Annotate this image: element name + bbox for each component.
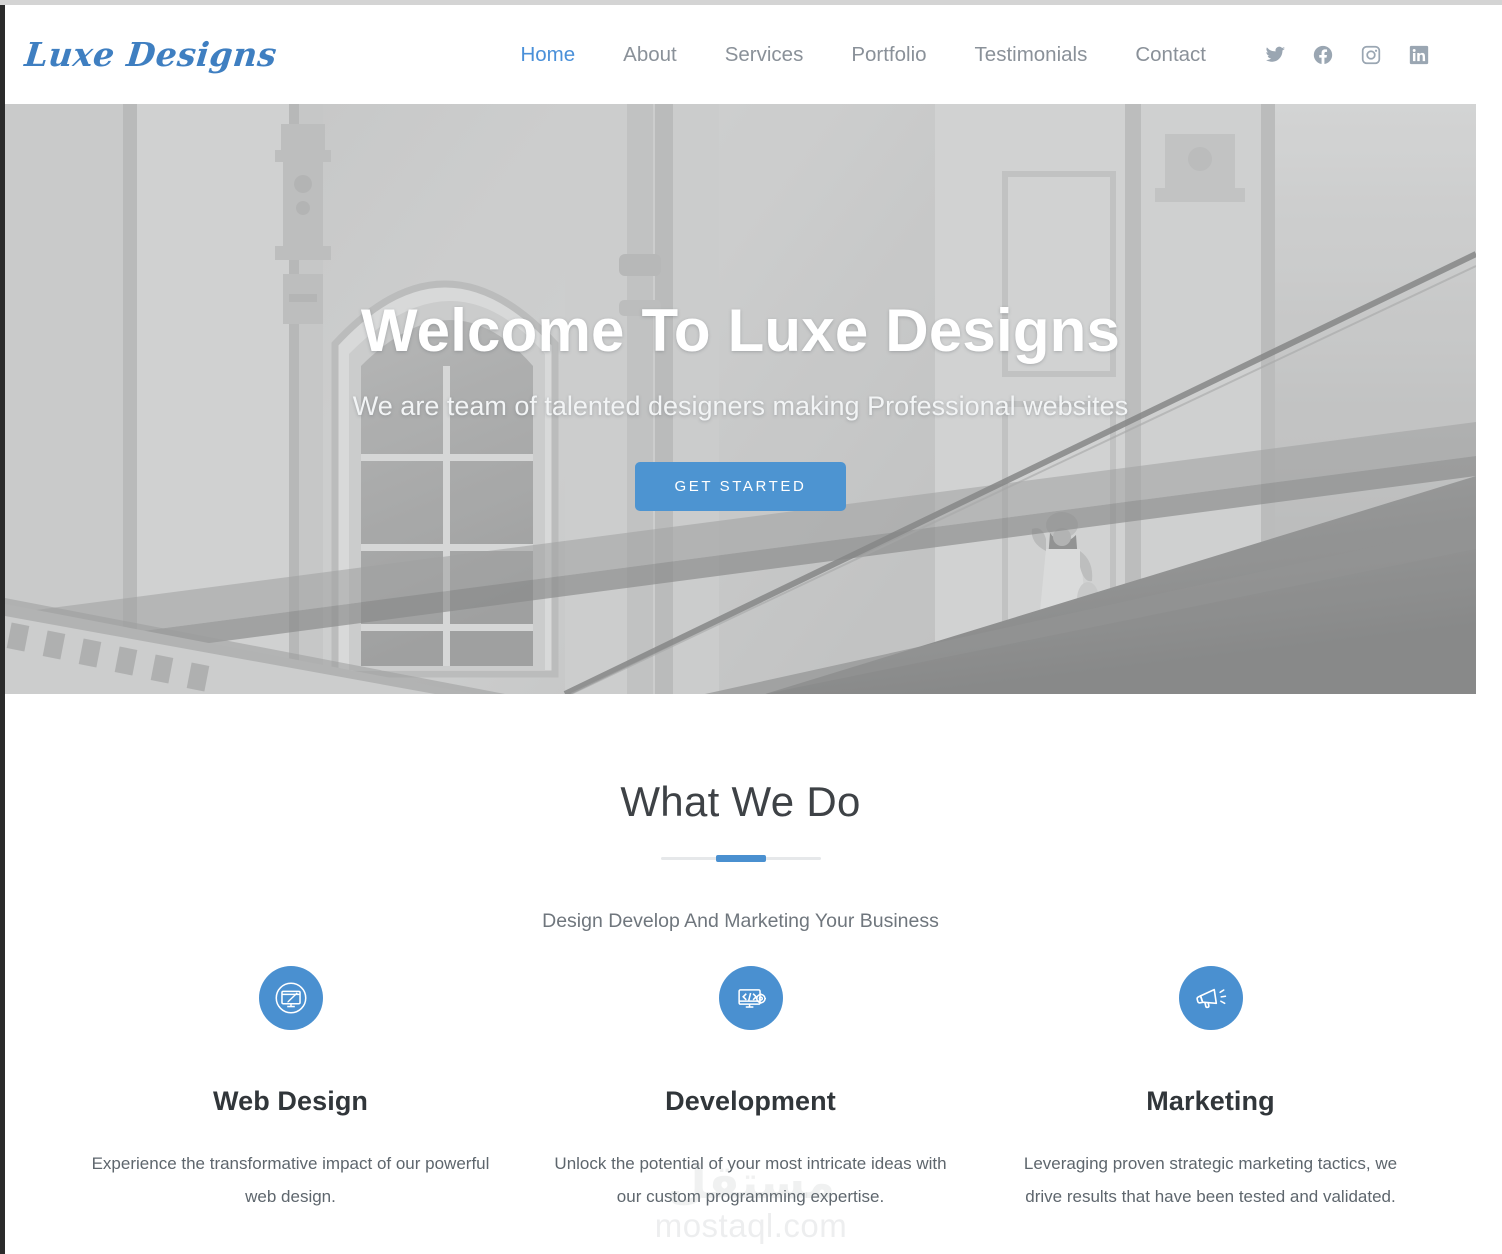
service-title: Marketing xyxy=(1146,1086,1275,1116)
nav-item-testimonials[interactable]: Testimonials xyxy=(951,43,1112,67)
section-divider xyxy=(660,857,821,860)
twitter-icon[interactable] xyxy=(1264,44,1286,66)
site-header: Luxe Designs Home About Services Portfol… xyxy=(5,5,1476,104)
page-root: Luxe Designs Home About Services Portfol… xyxy=(0,0,1502,1254)
hero-subtitle: We are team of talented designers making… xyxy=(352,391,1129,421)
service-card-list: Web Design Experience the transformative… xyxy=(41,966,1441,1213)
hero-content: Welcome To Luxe Designs We are team of t… xyxy=(5,104,1476,694)
service-card-marketing: Marketing Leveraging proven strategic ma… xyxy=(981,966,1441,1213)
brand-logo[interactable]: Luxe Designs xyxy=(23,35,279,74)
service-description: Unlock the potential of your most intric… xyxy=(554,1154,947,1207)
monitor-pen-icon xyxy=(275,982,306,1014)
nav-item-home[interactable]: Home xyxy=(496,43,599,67)
service-title: Development xyxy=(665,1086,836,1116)
facebook-icon[interactable] xyxy=(1312,44,1334,66)
web-design-badge[interactable] xyxy=(258,966,323,1030)
page-right-gutter xyxy=(1476,5,1502,1254)
service-card-web-design: Web Design Experience the transformative… xyxy=(61,966,521,1213)
service-card-development: Development Unlock the potential of your… xyxy=(521,966,981,1213)
section-subtitle: Design Develop And Marketing Your Busine… xyxy=(542,910,939,932)
hero-section: Welcome To Luxe Designs We are team of t… xyxy=(5,104,1476,694)
development-badge[interactable] xyxy=(718,966,783,1030)
code-gear-icon xyxy=(737,989,766,1008)
hero-title: Welcome To Luxe Designs xyxy=(360,297,1121,364)
megaphone-icon xyxy=(1195,988,1226,1009)
services-section: What We Do Design Develop And Marketing … xyxy=(5,694,1476,1254)
social-links xyxy=(1264,44,1430,66)
service-title: Web Design xyxy=(212,1086,369,1116)
get-started-button[interactable]: GET STARTED xyxy=(634,462,847,511)
nav-item-contact[interactable]: Contact xyxy=(1111,43,1230,67)
window-left-rail xyxy=(0,5,5,1254)
nav-item-about[interactable]: About xyxy=(599,43,701,67)
main-navigation: Home About Services Portfolio Testimonia… xyxy=(496,43,1430,67)
marketing-badge[interactable] xyxy=(1178,966,1243,1030)
nav-item-services[interactable]: Services xyxy=(701,43,828,67)
section-title: What We Do xyxy=(620,778,861,825)
linkedin-icon[interactable] xyxy=(1408,44,1430,66)
service-description: Experience the transformative impact of … xyxy=(91,1154,490,1207)
service-description: Leveraging proven strategic marketing ta… xyxy=(1023,1154,1398,1207)
nav-item-portfolio[interactable]: Portfolio xyxy=(827,43,950,67)
instagram-icon[interactable] xyxy=(1360,44,1382,66)
